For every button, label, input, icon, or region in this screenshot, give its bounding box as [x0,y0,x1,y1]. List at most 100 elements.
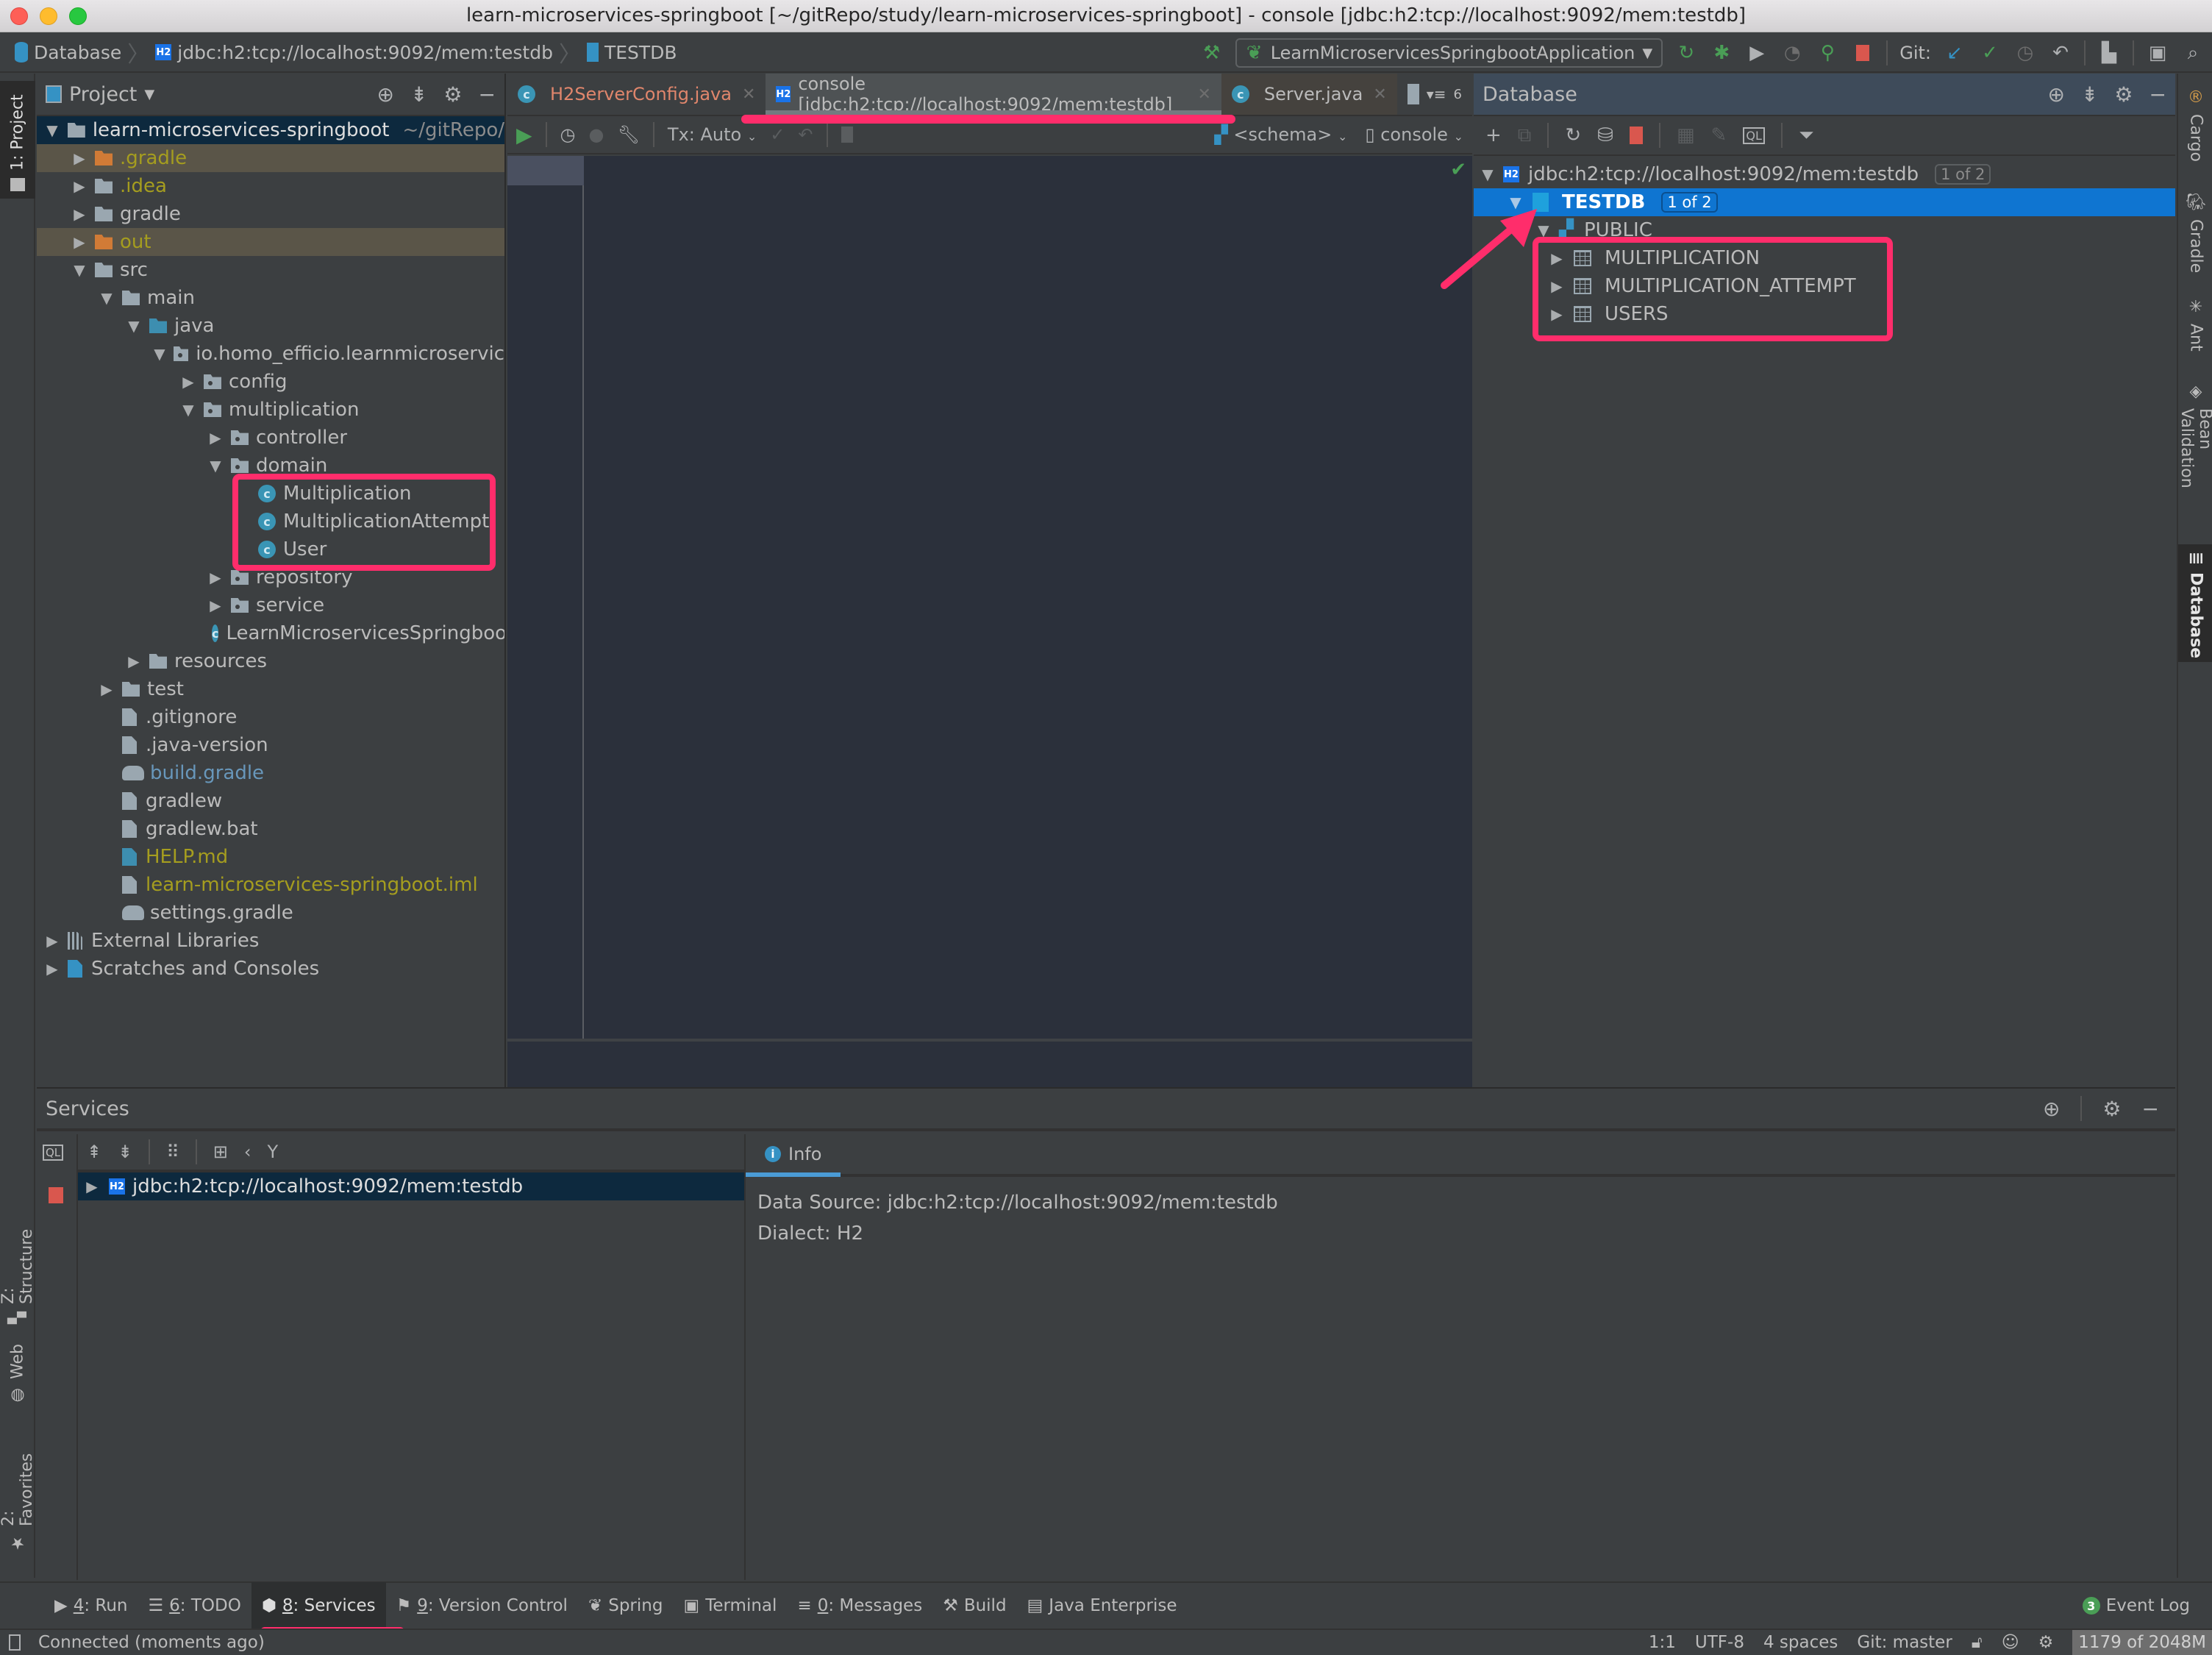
tree-item[interactable]: learn-microservices-springboot.iml [37,871,504,899]
settings-icon[interactable]: ⚙ [2038,1633,2054,1652]
tool-window-gradle[interactable]: 🐘︎ Gradle [2178,184,2212,280]
tool-window-todo[interactable]: ☰ 6: TODO [138,1582,251,1629]
tab-h2serverconfig[interactable]: c H2ServerConfig.java ✕ [507,74,766,115]
tree-item[interactable]: build.gradle [37,759,504,787]
tool-window-structure[interactable]: ▚ Z: Structure [0,1206,36,1331]
expand-arrow-icon[interactable]: ▼ [97,289,116,307]
collapse-arrow-icon[interactable]: ▶ [43,960,62,978]
tree-item[interactable]: ▼ java [37,312,504,340]
tree-item[interactable]: ▶ .gradle [37,144,504,172]
tree-item[interactable]: ▶ External Libraries [37,927,504,955]
collapse-arrow-icon[interactable]: ▶ [43,932,62,950]
collapse-arrow-icon[interactable]: ▶ [70,149,89,167]
git-history-icon[interactable]: ◷ [2013,41,2037,65]
tree-item[interactable]: ▶ resources [37,647,504,675]
split-icon[interactable]: ‹ [244,1142,251,1162]
git-branch[interactable]: Git: master [1857,1633,1952,1652]
memory-indicator[interactable]: 1179 of 2048M [2072,1630,2212,1655]
tree-item[interactable]: ▼ io.homo_efficio.learnmicroservic [37,340,504,368]
attach-debugger-icon[interactable]: ⚲ [1816,41,1839,65]
tool-window-services[interactable]: ⬢ 8: Services [251,1582,386,1629]
tree-item[interactable]: settings.gradle [37,899,504,927]
tool-window-bean-validation[interactable]: ◈ Bean Validation [2177,375,2212,530]
expand-arrow-icon[interactable]: ▼ [1478,166,1497,183]
tree-item[interactable]: ▶ config [37,368,504,396]
locate-icon[interactable]: ⊕ [377,82,393,107]
gear-icon[interactable]: ⚙ [443,82,462,107]
tree-item[interactable]: c LearnMicroservicesSpringbootA [37,619,504,647]
expand-arrow-icon[interactable]: ▼ [151,345,168,363]
expand-arrow-icon[interactable]: ▶ [82,1178,101,1195]
tool-window-toggle-icon[interactable] [9,1634,21,1651]
hide-icon[interactable]: − [2142,1097,2159,1121]
gear-icon[interactable]: ⚙ [2102,1097,2121,1121]
run-configuration-selector[interactable]: ❦ LearnMicroservicesSpringbootApplicatio… [1235,38,1663,68]
collapse-arrow-icon[interactable]: ▶ [179,373,198,391]
locate-icon[interactable]: ⊕ [2047,82,2064,107]
debug-icon[interactable]: ✱ [1710,41,1733,65]
tool-window-messages[interactable]: ≡ 0: Messages [787,1582,932,1629]
execute-icon[interactable]: ▶ [516,123,532,147]
collapse-arrow-icon[interactable]: ▶ [70,233,89,251]
filter-icon[interactable]: Y [268,1142,279,1162]
tool-window-ant[interactable]: ✳ Ant [2178,291,2212,364]
tool-window-spring[interactable]: ❦ Spring [578,1582,674,1629]
refresh-icon[interactable]: ↻ [1565,124,1581,146]
collapse-arrow-icon[interactable]: ▶ [206,429,225,446]
tab-server-java[interactable]: c Server.java ✕ [1221,74,1397,115]
tree-root[interactable]: ▼ learn-microservices-springboot ~/gitRe… [37,116,504,144]
tree-item[interactable]: gradlew [37,787,504,815]
transaction-mode-selector[interactable]: Tx: Auto ⌄ [668,124,757,145]
tool-window-database[interactable]: ≣ Database [2178,544,2212,662]
tree-item[interactable]: ▼ src [37,256,504,284]
git-update-icon[interactable]: ↙ [1943,41,1966,65]
tool-window-version-control[interactable]: ⚑ 9: Version Control [386,1582,578,1629]
tool-window-project[interactable]: 1: Project [0,81,35,199]
indent-settings[interactable]: 4 spaces [1763,1633,1838,1652]
tree-item[interactable]: ▶ service [37,591,504,619]
collapse-arrow-icon[interactable]: ▶ [97,680,116,698]
collapse-arrow-icon[interactable]: ▶ [206,597,225,614]
settings-wrench-icon[interactable]: 🔧︎ [617,124,639,145]
expand-arrow-icon[interactable]: ▼ [179,401,198,419]
tab-overflow[interactable]: ▾≡ 6 [1397,74,1472,115]
locate-icon[interactable]: ⊕ [2043,1097,2060,1121]
expand-all-icon[interactable]: ⇞ [87,1142,101,1162]
tool-window-run[interactable]: ▶ 4: Run [44,1582,138,1629]
tab-console[interactable]: H2 console [jdbc:h2:tcp://localhost:9092… [766,74,1221,115]
tree-item[interactable]: ▶ test [37,675,504,703]
collapse-arrow-icon[interactable]: ▶ [70,205,89,223]
data-source-properties-icon[interactable]: ⛁ [1597,124,1613,146]
stop-icon[interactable] [1851,41,1874,65]
console-selector[interactable]: ▯ console ⌄ [1365,124,1463,145]
tool-window-web[interactable]: ◍ Web [0,1339,35,1412]
tree-item[interactable]: ▼ multiplication [37,396,504,424]
tool-window-favorites[interactable]: ★ 2: Favorites [0,1427,36,1559]
collapse-arrow-icon[interactable]: ▶ [206,569,225,586]
tree-item[interactable]: HELP.md [37,843,504,871]
tree-item[interactable]: ▶ controller [37,424,504,452]
filter-icon[interactable]: ⏷ [1799,124,1814,147]
rerun-icon[interactable]: ↻ [1674,41,1698,65]
tool-window-event-log[interactable]: 3 Event Log [2082,1596,2190,1615]
collapse-arrow-icon[interactable]: ▶ [124,652,143,670]
open-console-icon[interactable]: QL [43,1145,64,1161]
add-icon[interactable]: + [1485,124,1502,146]
breadcrumb-testdb[interactable]: TESTDB [582,42,682,63]
db-database-node[interactable]: ▼ TESTDB 1 of 2 [1474,188,2175,216]
tool-window-build[interactable]: ⚒ Build [932,1582,1016,1629]
collapse-all-icon[interactable]: ⇟ [118,1142,132,1162]
add-service-icon[interactable]: ⊞ [213,1142,228,1162]
tree-item[interactable]: gradlew.bat [37,815,504,843]
collapse-all-icon[interactable]: ⇟ [2081,82,2098,107]
close-tab-icon[interactable]: ✕ [742,85,755,104]
tree-item[interactable]: ▶ Scratches and Consoles [37,955,504,983]
close-tab-icon[interactable]: ✕ [1373,85,1386,104]
build-hammer-icon[interactable]: ⚒ [1200,41,1224,65]
breadcrumb-connection[interactable]: H2 jdbc:h2:tcp://localhost:9092/mem:test… [151,42,557,63]
tree-item[interactable]: ▼ main [37,284,504,312]
tab-list-icon[interactable]: ▾≡ [1427,85,1446,103]
tree-item[interactable]: ▶ .idea [37,172,504,200]
caret-position[interactable]: 1:1 [1649,1633,1676,1652]
git-commit-icon[interactable]: ✓ [1978,41,2002,65]
